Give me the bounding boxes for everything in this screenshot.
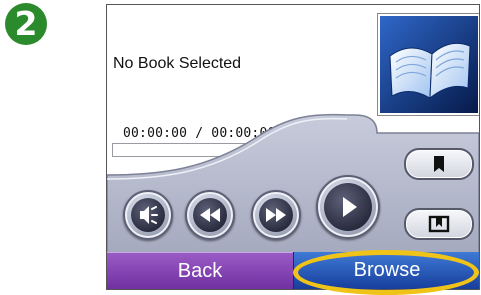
volume-button[interactable]: [123, 190, 173, 240]
chapters-icon: [428, 215, 450, 233]
bookmark-icon: [434, 156, 444, 172]
chapters-button[interactable]: [404, 208, 474, 240]
back-button[interactable]: Back: [107, 252, 293, 289]
play-icon: [343, 197, 357, 217]
play-button[interactable]: [316, 175, 380, 239]
rewind-icon: [200, 208, 220, 222]
rewind-button[interactable]: [185, 190, 235, 240]
audiobook-player-screen: No Book Selected 00:00:00 / 00:00:00 Bac…: [106, 4, 480, 290]
fast-forward-button[interactable]: [251, 190, 301, 240]
browse-button[interactable]: Browse: [293, 252, 479, 289]
elapsed-time-readout: 00:00:00 / 00:00:00: [123, 126, 276, 141]
open-book-icon: [380, 16, 478, 113]
volume-icon: [140, 206, 158, 224]
book-status-text: No Book Selected: [113, 55, 242, 72]
step-number-badge: 2: [5, 3, 47, 45]
book-cover-image: [377, 13, 479, 116]
fast-forward-icon: [266, 208, 286, 222]
playback-progress-bar[interactable]: [112, 143, 267, 157]
bookmark-button[interactable]: [404, 148, 474, 180]
